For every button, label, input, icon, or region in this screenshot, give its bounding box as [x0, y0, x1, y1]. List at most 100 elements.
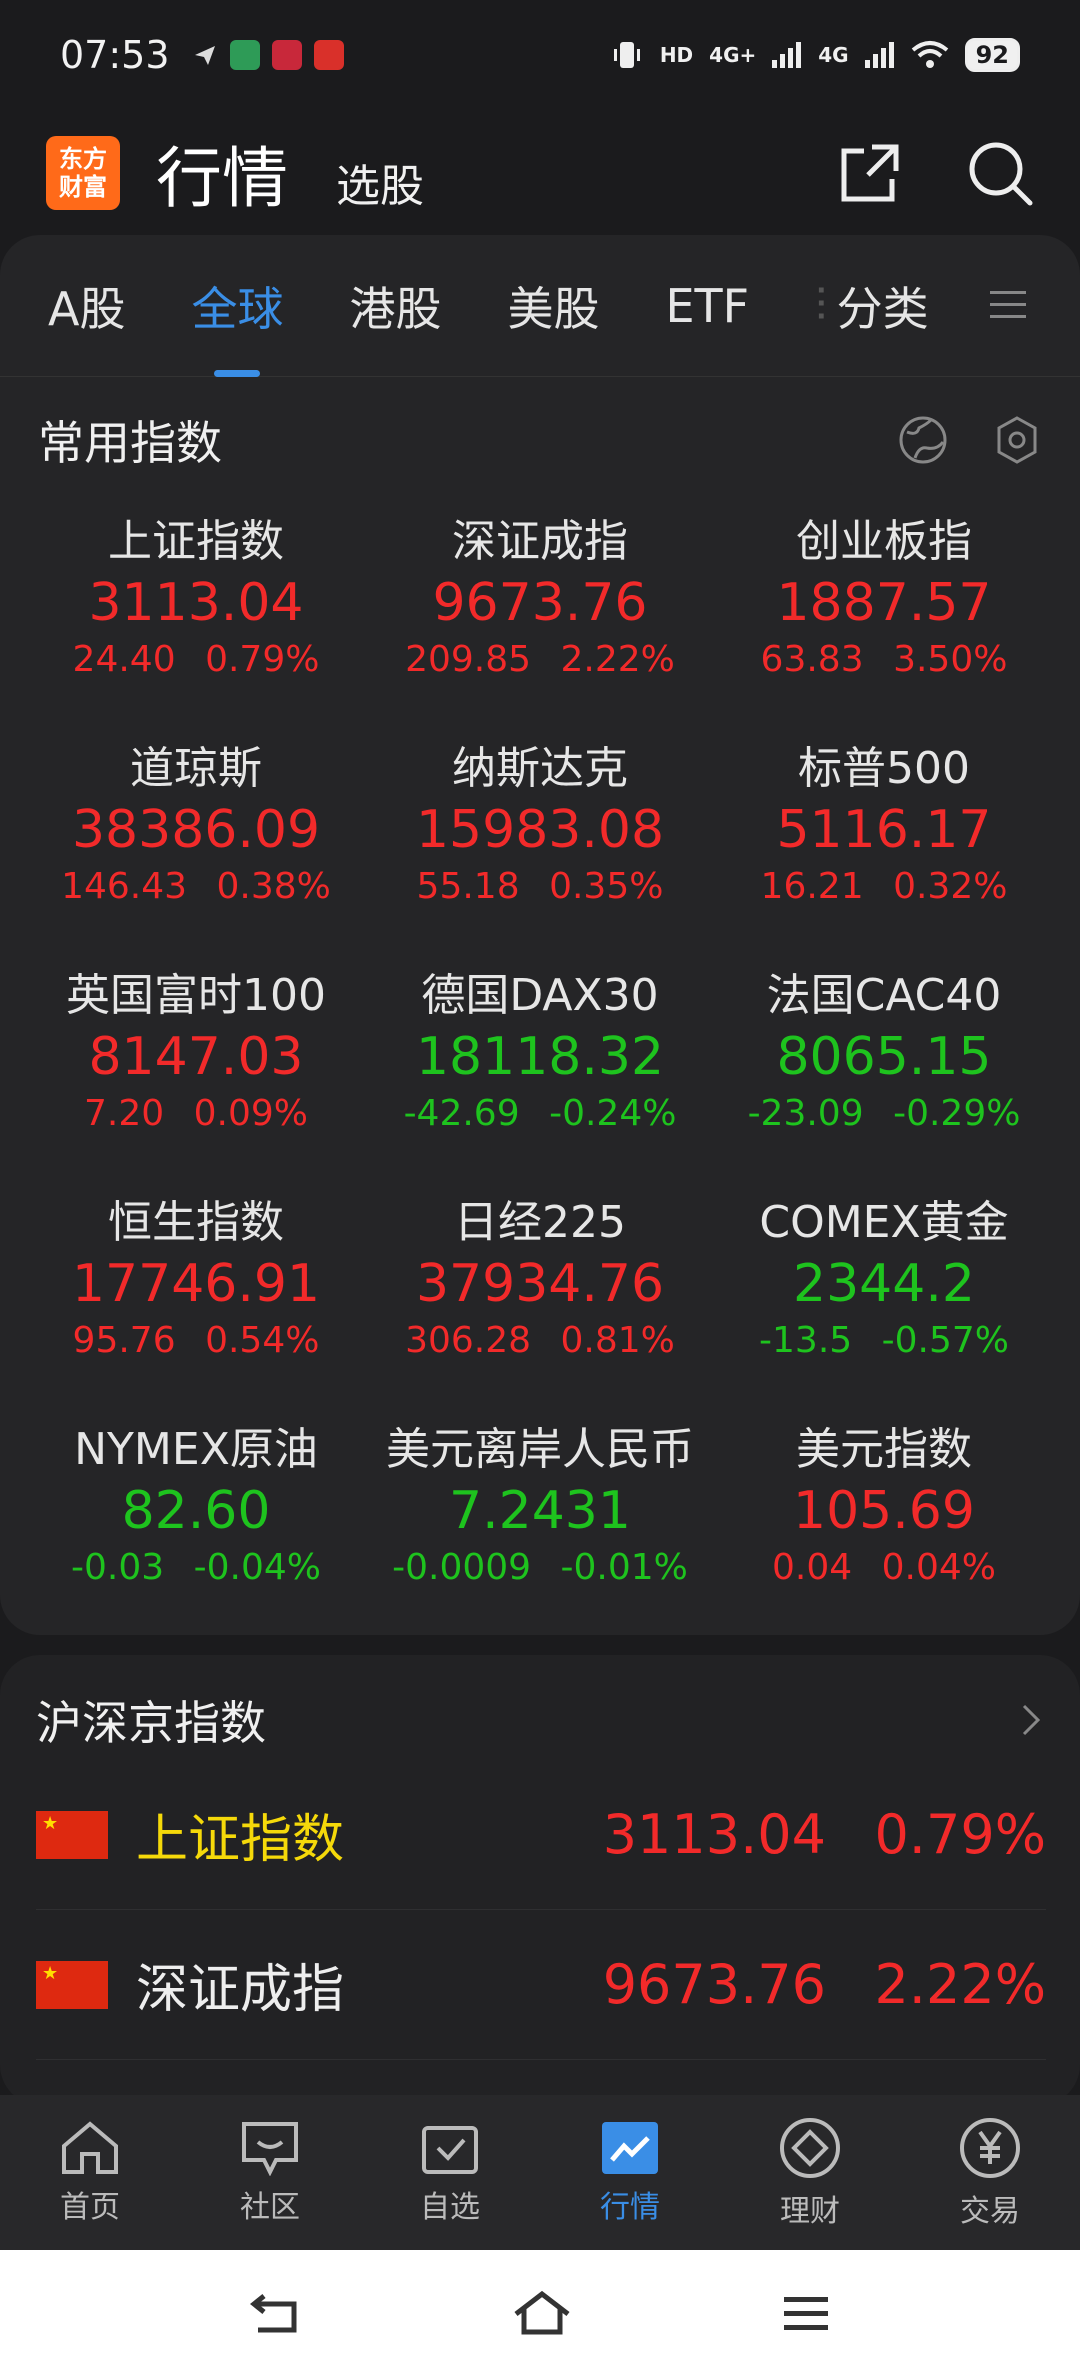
tab-etf[interactable]: ETF [665, 279, 749, 333]
index-change-percent: 2.22% [560, 639, 675, 680]
section-title: 沪深京指数 [36, 1696, 266, 1750]
status-time: 07:53 [60, 33, 170, 77]
index-change: 63.83 3.50% [714, 639, 1054, 680]
index-cell[interactable]: 创业板指 1887.57 63.83 3.50% [714, 505, 1054, 705]
index-change-percent: 0.09% [193, 1093, 308, 1134]
index-price: 2344.2 [793, 1254, 975, 1314]
hsj-header[interactable]: 沪深京指数 [36, 1685, 1046, 1755]
index-change-value: 95.76 [72, 1320, 176, 1361]
index-change-percent: 0.38% [216, 866, 331, 907]
index-name: 创业板指 [796, 516, 972, 567]
index-change: 0.04 0.04% [714, 1547, 1054, 1588]
index-change: -23.09 -0.29% [714, 1093, 1054, 1134]
index-cell[interactable]: COMEX黄金 2344.2 -13.5 -0.57% [714, 1186, 1054, 1386]
index-name: COMEX黄金 [759, 1197, 1009, 1248]
index-price: 8147.03 [88, 1027, 304, 1087]
index-name: 标普500 [798, 743, 970, 794]
index-change: 146.43 0.38% [26, 866, 366, 907]
index-change-value: 63.83 [760, 639, 864, 680]
index-name: 恒生指数 [108, 1197, 284, 1248]
index-change: -0.0009 -0.01% [370, 1547, 710, 1588]
search-icon[interactable] [966, 139, 1034, 207]
app-notification-icon [313, 40, 344, 70]
index-cell[interactable]: 美元离岸人民币 7.2431 -0.0009 -0.01% [370, 1413, 710, 1613]
tab-us[interactable]: 美股 [507, 273, 599, 339]
index-cell[interactable]: 美元指数 105.69 0.04 0.04% [714, 1413, 1054, 1613]
index-cell[interactable]: 恒生指数 17746.91 95.76 0.54% [26, 1186, 366, 1386]
tab-a-shares[interactable]: A股 [48, 273, 125, 339]
index-price: 5116.17 [776, 800, 992, 860]
nav-community[interactable]: 社区 [180, 2095, 360, 2250]
home-icon [62, 2120, 118, 2174]
index-change: 55.18 0.35% [370, 866, 710, 907]
index-change-value: 55.18 [416, 866, 520, 907]
china-flag-icon: ★ [36, 1960, 108, 2009]
send-icon [194, 46, 215, 65]
gear-icon[interactable] [991, 414, 1043, 466]
nav-market[interactable]: 行情 [540, 2095, 720, 2250]
index-change-value: -13.5 [759, 1320, 853, 1361]
index-cell[interactable]: 日经225 37934.76 306.28 0.81% [370, 1186, 710, 1386]
index-cell[interactable]: 英国富时100 8147.03 7.20 0.09% [26, 959, 366, 1159]
globe-icon[interactable] [897, 414, 949, 466]
hd-indicator: HD [659, 43, 694, 67]
index-cell[interactable]: 深证成指 9673.76 209.85 2.22% [370, 505, 710, 705]
nav-wealth[interactable]: 理财 [720, 2095, 900, 2250]
index-change-percent: 0.35% [549, 866, 664, 907]
index-percent: 2.22% [874, 1953, 1046, 2016]
index-change-percent: -0.57% [881, 1320, 1009, 1361]
index-change-value: 16.21 [760, 866, 864, 907]
index-change-percent: 0.32% [893, 866, 1008, 907]
chevron-right-icon[interactable] [1016, 1700, 1046, 1740]
index-name: 深证成指 [452, 516, 628, 567]
index-name: 美元指数 [796, 1424, 972, 1475]
index-price: 1887.57 [776, 573, 992, 633]
index-cell[interactable]: 纳斯达克 15983.08 55.18 0.35% [370, 732, 710, 932]
index-price: 18118.32 [415, 1027, 665, 1087]
index-name: 纳斯达克 [452, 743, 628, 794]
index-change-percent: 0.81% [560, 1320, 675, 1361]
nav-home[interactable]: 首页 [0, 2095, 180, 2250]
tab-global[interactable]: 全球 [191, 273, 283, 339]
index-price: 105.69 [793, 1481, 975, 1541]
index-name: 深证成指 [136, 1960, 345, 2020]
tab-hk[interactable]: 港股 [349, 273, 441, 339]
status-bar: 07:53 HD 4G+ 4G 92 [0, 0, 1080, 110]
tab-category[interactable]: 分类 [837, 273, 929, 339]
index-cell[interactable]: 标普500 5116.17 16.21 0.32% [714, 732, 1054, 932]
market-icon [602, 2121, 658, 2174]
index-row[interactable]: ★ 上证指数 3113.04 0.79% [36, 1760, 1046, 1910]
wifi-icon [911, 41, 948, 68]
index-name: 上证指数 [108, 516, 284, 567]
index-cell[interactable]: 道琼斯 38386.09 146.43 0.38% [26, 732, 366, 932]
index-change-percent: 0.79% [205, 639, 320, 680]
index-change: 209.85 2.22% [370, 639, 710, 680]
page-title: 行情 [156, 139, 288, 217]
vibrate-icon [613, 42, 640, 68]
index-name: 英国富时100 [66, 970, 326, 1021]
back-icon[interactable] [250, 2290, 302, 2336]
index-change: -0.03 -0.04% [26, 1547, 366, 1588]
index-change-percent: -0.29% [893, 1093, 1021, 1134]
index-price: 17746.91 [71, 1254, 321, 1314]
stock-picker-link[interactable]: 选股 [336, 150, 424, 214]
app-header: 东方 财富 行情 选股 [0, 110, 1080, 235]
index-cell[interactable]: NYMEX原油 82.60 -0.03 -0.04% [26, 1413, 366, 1613]
signal-icon [772, 42, 802, 68]
common-indices-header: 常用指数 [38, 405, 1043, 475]
battery-level: 92 [964, 38, 1020, 72]
index-cell[interactable]: 法国CAC40 8065.15 -23.09 -0.29% [714, 959, 1054, 1159]
index-row[interactable]: ★ 深证成指 9673.76 2.22% [36, 1910, 1046, 2060]
watchlist-icon [422, 2125, 478, 2174]
share-icon[interactable] [838, 141, 902, 205]
nav-watchlist[interactable]: 自选 [360, 2095, 540, 2250]
nav-trade[interactable]: 交易 [900, 2095, 1080, 2250]
index-cell[interactable]: 上证指数 3113.04 24.40 0.79% [26, 505, 366, 705]
app-notification-icon [229, 40, 260, 70]
menu-icon[interactable] [988, 285, 1028, 325]
home-icon[interactable] [512, 2290, 572, 2336]
recents-icon[interactable] [782, 2293, 830, 2333]
index-cell[interactable]: 德国DAX30 18118.32 -42.69 -0.24% [370, 959, 710, 1159]
index-change: 24.40 0.79% [26, 639, 366, 680]
index-change-percent: 0.54% [205, 1320, 320, 1361]
